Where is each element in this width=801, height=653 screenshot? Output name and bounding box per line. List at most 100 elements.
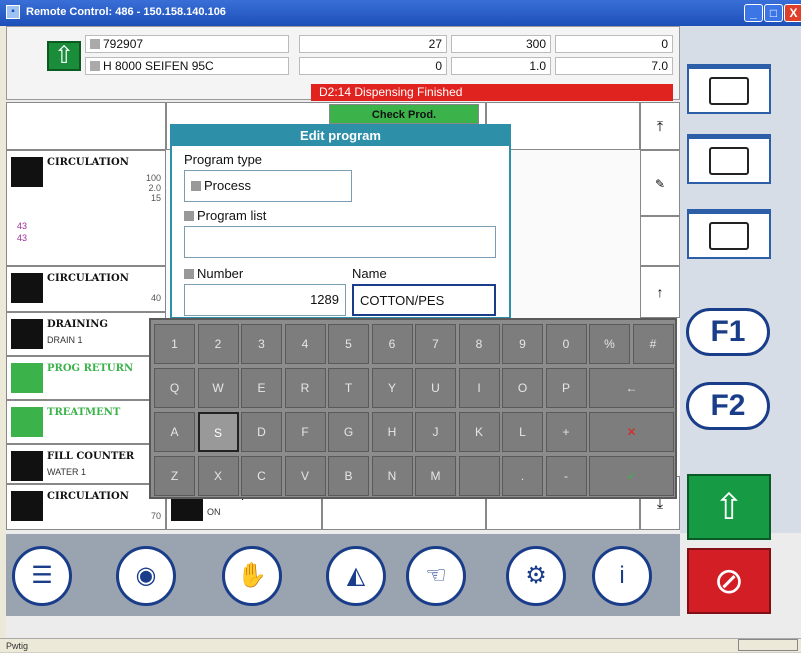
program-list-field[interactable] bbox=[184, 226, 496, 258]
key-dot[interactable]: . bbox=[502, 456, 543, 496]
f1-button[interactable]: F1 bbox=[686, 308, 770, 356]
program-type-field[interactable]: Process bbox=[184, 170, 352, 202]
key-F[interactable]: F bbox=[284, 412, 326, 452]
stop-button[interactable]: ⊘ bbox=[687, 548, 771, 614]
key-2[interactable]: 2 bbox=[197, 324, 239, 364]
key-1[interactable]: 1 bbox=[154, 324, 195, 364]
key-K[interactable]: K bbox=[458, 412, 500, 452]
step-row[interactable]: CIRCULATION 40 bbox=[6, 266, 166, 312]
circulation-icon bbox=[11, 491, 43, 521]
key-3[interactable]: 3 bbox=[241, 324, 282, 364]
backspace-key[interactable]: ← bbox=[589, 368, 674, 408]
prog-return-icon bbox=[11, 363, 43, 393]
key-S[interactable]: S bbox=[197, 412, 239, 452]
fill-counter-icon bbox=[11, 451, 43, 481]
program-list-label: Program list bbox=[184, 208, 266, 223]
key-Z[interactable]: Z bbox=[154, 456, 195, 496]
key-X[interactable]: X bbox=[197, 456, 239, 496]
key-V[interactable]: V bbox=[284, 456, 326, 496]
step-row[interactable]: TREATMENT 00 bbox=[6, 400, 166, 444]
value-4: 1.0 bbox=[451, 57, 551, 75]
dialog-title: Edit program bbox=[172, 126, 509, 146]
touch-icon: ☜ bbox=[425, 562, 447, 589]
key-P[interactable]: P bbox=[545, 368, 587, 408]
chart-button[interactable]: ◭ bbox=[326, 546, 386, 606]
settings-icon: ⚙ bbox=[525, 562, 547, 589]
touch-button[interactable]: ☜ bbox=[406, 546, 466, 606]
key-R[interactable]: R bbox=[284, 368, 326, 408]
edit-tool-button[interactable] bbox=[687, 134, 771, 184]
tag-button[interactable] bbox=[687, 64, 771, 114]
scroll-up-button[interactable]: ↑ bbox=[640, 266, 680, 318]
edit-tools-icon bbox=[709, 147, 749, 175]
key-0[interactable]: 0 bbox=[545, 324, 587, 364]
manual-button[interactable]: ✋ bbox=[222, 546, 282, 606]
key-L[interactable]: L bbox=[502, 412, 543, 452]
printer-button[interactable] bbox=[687, 209, 771, 259]
key-4[interactable]: 4 bbox=[284, 324, 326, 364]
name-label: Name bbox=[352, 266, 387, 281]
scroll-x-button[interactable]: ✎ bbox=[640, 150, 680, 216]
step-name: CIRCULATION bbox=[47, 491, 129, 502]
key-C[interactable]: C bbox=[241, 456, 282, 496]
settings-button[interactable]: ⚙ bbox=[506, 546, 566, 606]
list-button[interactable]: ☰ bbox=[12, 546, 72, 606]
key-blank[interactable] bbox=[458, 456, 500, 496]
step-sub: WATER 1 bbox=[47, 467, 87, 477]
step-row[interactable]: CIRCULATION 100 2.0 15 43 43 bbox=[6, 150, 166, 266]
step-row[interactable]: CIRCULATION 70 bbox=[6, 484, 166, 530]
value-2: 0 bbox=[299, 57, 447, 75]
f2-button[interactable]: F2 bbox=[686, 382, 770, 430]
key-U[interactable]: U bbox=[415, 368, 456, 408]
step-row[interactable]: DRAINING DRAIN 1 bbox=[6, 312, 166, 356]
key-W[interactable]: W bbox=[197, 368, 239, 408]
ok-key[interactable]: ✓ bbox=[589, 456, 674, 496]
key-%[interactable]: % bbox=[589, 324, 630, 364]
key-H[interactable]: H bbox=[371, 412, 413, 452]
key-E[interactable]: E bbox=[241, 368, 282, 408]
check-prod-button[interactable]: Check Prod. bbox=[329, 104, 479, 124]
step-name: PROG RETURN bbox=[47, 363, 134, 374]
circulation-icon bbox=[11, 273, 43, 303]
key-9[interactable]: 9 bbox=[502, 324, 543, 364]
key-B[interactable]: B bbox=[328, 456, 369, 496]
key-Y[interactable]: Y bbox=[371, 368, 413, 408]
machine-name: H 8000 SEIFEN 95C bbox=[85, 57, 289, 75]
key-Q[interactable]: Q bbox=[154, 368, 195, 408]
step-row[interactable]: FILL COUNTER WATER 1 bbox=[6, 444, 166, 484]
step-value: 15 bbox=[150, 193, 161, 203]
key-I[interactable]: I bbox=[458, 368, 500, 408]
key-A[interactable]: A bbox=[154, 412, 195, 452]
key-T[interactable]: T bbox=[328, 368, 369, 408]
key-O[interactable]: O bbox=[502, 368, 543, 408]
right-panel: F1 F2 bbox=[680, 26, 801, 533]
key-J[interactable]: J bbox=[415, 412, 456, 452]
key-6[interactable]: 6 bbox=[371, 324, 413, 364]
key-G[interactable]: G bbox=[328, 412, 369, 452]
key-D[interactable]: D bbox=[241, 412, 282, 452]
key-7[interactable]: 7 bbox=[415, 324, 456, 364]
maximize-button[interactable]: □ bbox=[764, 4, 783, 22]
step-extra: 43 bbox=[17, 233, 28, 243]
key-N[interactable]: N bbox=[371, 456, 413, 496]
grid-header-cell bbox=[6, 102, 166, 150]
key-8[interactable]: 8 bbox=[458, 324, 500, 364]
cancel-key[interactable]: ✕ bbox=[589, 412, 674, 452]
minimize-button[interactable]: _ bbox=[744, 4, 763, 22]
key-#[interactable]: # bbox=[632, 324, 674, 364]
manual-icon: ✋ bbox=[237, 562, 267, 589]
key-minus[interactable]: - bbox=[545, 456, 587, 496]
scroll-top-button[interactable]: ⤒ bbox=[640, 102, 680, 150]
step-name: TREATMENT bbox=[47, 407, 121, 418]
start-machine-button[interactable]: ⇧ bbox=[47, 41, 81, 71]
key-5[interactable]: 5 bbox=[328, 324, 369, 364]
display-button[interactable]: ◉ bbox=[116, 546, 176, 606]
number-field[interactable]: 1289 bbox=[184, 284, 346, 316]
key-M[interactable]: M bbox=[415, 456, 456, 496]
info-button[interactable]: i bbox=[592, 546, 652, 606]
go-button[interactable]: ⇧ bbox=[687, 474, 771, 540]
key-plus[interactable]: + bbox=[545, 412, 587, 452]
name-field[interactable]: COTTON/PES bbox=[352, 284, 496, 316]
step-row[interactable]: PROG RETURN bbox=[6, 356, 166, 400]
close-button[interactable]: X bbox=[784, 4, 801, 22]
